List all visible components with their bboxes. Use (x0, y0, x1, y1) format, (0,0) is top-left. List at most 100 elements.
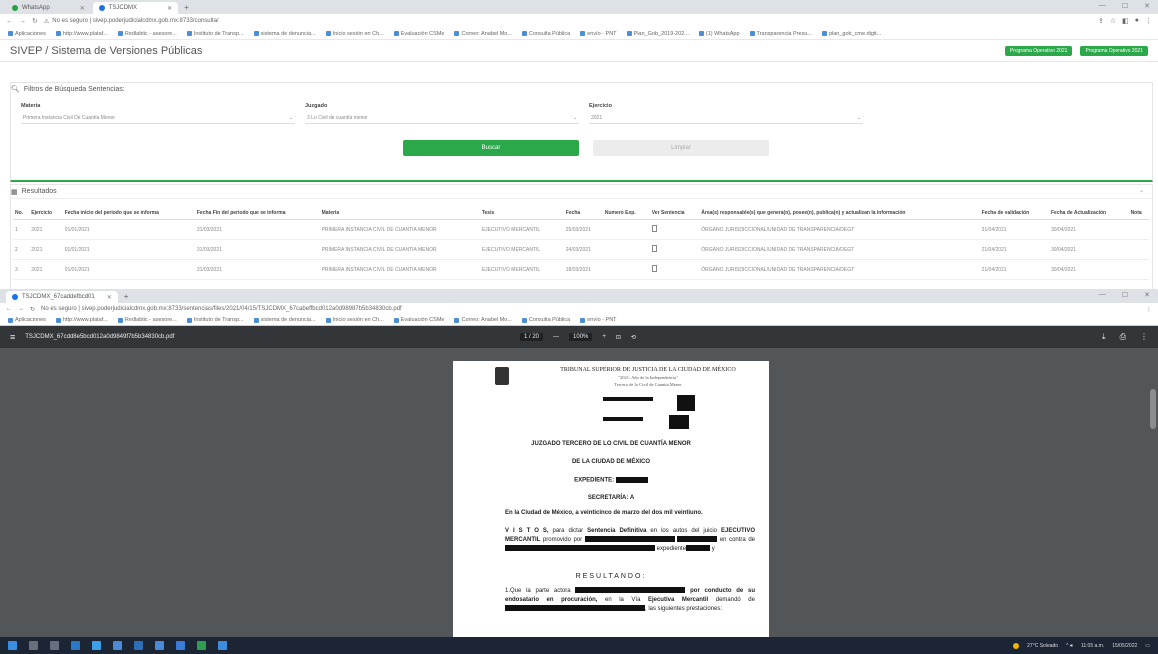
bookmark-item[interactable]: Redlabtic - asesore... (117, 317, 177, 323)
document-icon[interactable] (651, 245, 657, 252)
bookmark-item[interactable]: Aplicaciones (8, 317, 46, 323)
new-tab-icon[interactable]: + (184, 3, 189, 12)
bookmark-item[interactable]: http://www.plataf... (55, 317, 108, 323)
weather-text[interactable]: 27°C Soleado (1027, 643, 1058, 649)
reload-icon[interactable]: ↻ (32, 17, 38, 25)
search-icon[interactable] (29, 641, 38, 650)
bookmark-item[interactable]: plan_gob_cme.digit... (821, 31, 881, 37)
zoom-level[interactable]: 100% (569, 333, 593, 341)
mail-icon[interactable] (134, 641, 143, 650)
task-view-icon[interactable] (50, 641, 59, 650)
more-icon[interactable]: ⋮ (1140, 332, 1148, 342)
bookmark-item[interactable]: Evaluación CSMe (393, 317, 444, 323)
bookmark-item[interactable]: sistema de denuncia... (253, 317, 316, 323)
word-icon[interactable] (176, 641, 185, 650)
bookmark-item[interactable]: Consulta Pública (521, 31, 570, 37)
back-icon[interactable]: ← (6, 18, 13, 25)
forward-icon[interactable]: → (18, 306, 24, 312)
print-icon[interactable]: ⎙ (1120, 332, 1126, 342)
zoom-in-icon[interactable]: + (602, 334, 606, 340)
bookmark-item[interactable]: envío - PNT (580, 31, 617, 37)
extensions-icon[interactable]: ◧ (1122, 17, 1129, 25)
forward-icon[interactable]: → (19, 18, 26, 25)
minimize-icon[interactable]: — (1099, 2, 1106, 10)
store-icon[interactable] (113, 641, 122, 650)
tab-tsjcdmx[interactable]: TSJCDMX ✕ (92, 2, 179, 14)
menu-icon[interactable]: ⋮ (1146, 306, 1152, 313)
download-icon[interactable]: ⤓ (1102, 332, 1106, 342)
bookmark-item[interactable]: Inicio sesión en Ch... (325, 31, 384, 37)
close-icon[interactable]: ✕ (80, 5, 85, 12)
url-field[interactable]: ⚠ No es seguro | sivep.poderjudicialcdmx… (44, 16, 304, 26)
cell: 21/04/2021 (979, 239, 1049, 260)
bookmark-item[interactable]: Transparencia Presu... (749, 31, 812, 37)
tab-whatsapp[interactable]: WhatsApp ✕ (6, 2, 91, 14)
header-button-1[interactable]: Programa Operativo 2021 (1004, 45, 1073, 56)
close-icon[interactable]: ✕ (107, 294, 112, 301)
reload-icon[interactable]: ↻ (30, 306, 35, 313)
clear-button[interactable]: Limpiar (593, 140, 769, 156)
bookmark-item[interactable]: Correo: Anabel Mo... (454, 317, 512, 323)
bookmark-item[interactable]: Plan_Gob_2019-202... (626, 31, 689, 37)
maximize-icon[interactable]: ☐ (1122, 291, 1128, 299)
bookmark-item[interactable]: Consulta Pública (521, 317, 570, 323)
windows-start-icon[interactable] (8, 641, 17, 650)
bookmark-item[interactable]: Evaluación CSMe (393, 31, 444, 37)
close-icon[interactable]: ✕ (167, 5, 172, 12)
court-line-2: DE LA CIUDAD DE MÉXICO (571, 459, 651, 465)
bookmark-icon (749, 31, 755, 36)
bookmark-item[interactable]: envío - PNT (580, 317, 617, 323)
materia-select[interactable]: Primera Instancia Civil De Cuantía Menor… (21, 112, 295, 124)
bookmark-item[interactable]: Correo: Anabel Mo... (454, 31, 512, 37)
new-tab-icon[interactable]: + (124, 292, 129, 301)
close-window-icon[interactable]: ✕ (1144, 2, 1150, 10)
bookmark-item[interactable]: http://www.plataf... (55, 31, 108, 37)
bookmark-item[interactable]: Instituto de Transp... (186, 31, 244, 37)
tab-strip: TSJCDMX_67caddefbcd01 ✕ + — ☐ ✕ (0, 289, 1158, 303)
app-icon[interactable] (218, 641, 227, 650)
header-button-2[interactable]: Programa Operativo 2021 (1080, 45, 1148, 56)
edge-icon[interactable] (71, 641, 80, 650)
search-button[interactable]: Buscar (403, 140, 579, 156)
scrollbar[interactable] (1150, 389, 1156, 429)
fit-page-icon[interactable]: ⊡ (616, 334, 621, 341)
bookmark-item[interactable]: sistema de denuncia... (253, 31, 316, 37)
bookmark-item[interactable]: (1) WhatsApp (698, 31, 740, 37)
cell (1128, 259, 1149, 280)
bookmark-item[interactable]: Instituto de Transp... (186, 317, 244, 323)
maximize-icon[interactable]: ☐ (1122, 2, 1128, 10)
ejercicio-select[interactable]: 2021 ⌄ (589, 112, 863, 124)
close-window-icon[interactable]: ✕ (1144, 291, 1150, 299)
star-icon[interactable]: ☆ (1110, 17, 1116, 25)
chrome-icon[interactable] (155, 641, 164, 650)
share-icon[interactable]: ⇪ (1098, 17, 1104, 25)
document-icon[interactable] (651, 225, 657, 232)
back-icon[interactable]: ← (6, 306, 12, 312)
menu-icon[interactable]: ⋮ (1145, 17, 1152, 25)
notifications-icon[interactable]: ▭ (1145, 643, 1150, 649)
menu-icon[interactable]: ≡ (10, 332, 15, 342)
clock-date[interactable]: 15/05/2022 (1112, 643, 1137, 649)
page-indicator[interactable]: 1 / 20 (520, 333, 544, 341)
juzgado-select[interactable]: 3 Lo Civil de cuantía menor ⌄ (305, 112, 579, 124)
profile-icon[interactable]: ● (1135, 17, 1139, 25)
bookmark-item[interactable]: Aplicaciones (8, 31, 46, 37)
rotate-icon[interactable]: ⟲ (631, 334, 636, 341)
bookmark-item[interactable]: Inicio sesión en Ch... (325, 317, 384, 323)
field-label: Materia (21, 103, 41, 109)
document-icon[interactable] (651, 265, 657, 272)
results-title: Resultados (21, 188, 57, 195)
pdf-filename: TSJCDMX_67cdd8e5bcd012a0d9849f7b5b34830c… (25, 334, 175, 340)
url-field[interactable]: No es seguro | sivep.poderjudicialcdmx.g… (41, 306, 402, 312)
table-row: 1 2021 01/01/2021 31/03/2021 PRIMERA INS… (13, 219, 1149, 240)
zoom-out-icon[interactable]: — (553, 334, 559, 340)
collapse-icon[interactable]: ⌄ (1139, 187, 1144, 194)
file-explorer-icon[interactable] (92, 641, 101, 650)
tab-pdf[interactable]: TSJCDMX_67caddefbcd01 ✕ (6, 291, 118, 303)
clock-time[interactable]: 11:05 a.m. (1081, 643, 1104, 649)
column-header: Fecha inicio del periodo que se informa (62, 207, 195, 220)
bookmark-item[interactable]: Redlabtic - asesore... (117, 31, 177, 37)
excel-icon[interactable] (197, 641, 206, 650)
tray-icons[interactable]: ^ 🔊︎ (1066, 643, 1073, 649)
minimize-icon[interactable]: — (1099, 291, 1106, 299)
